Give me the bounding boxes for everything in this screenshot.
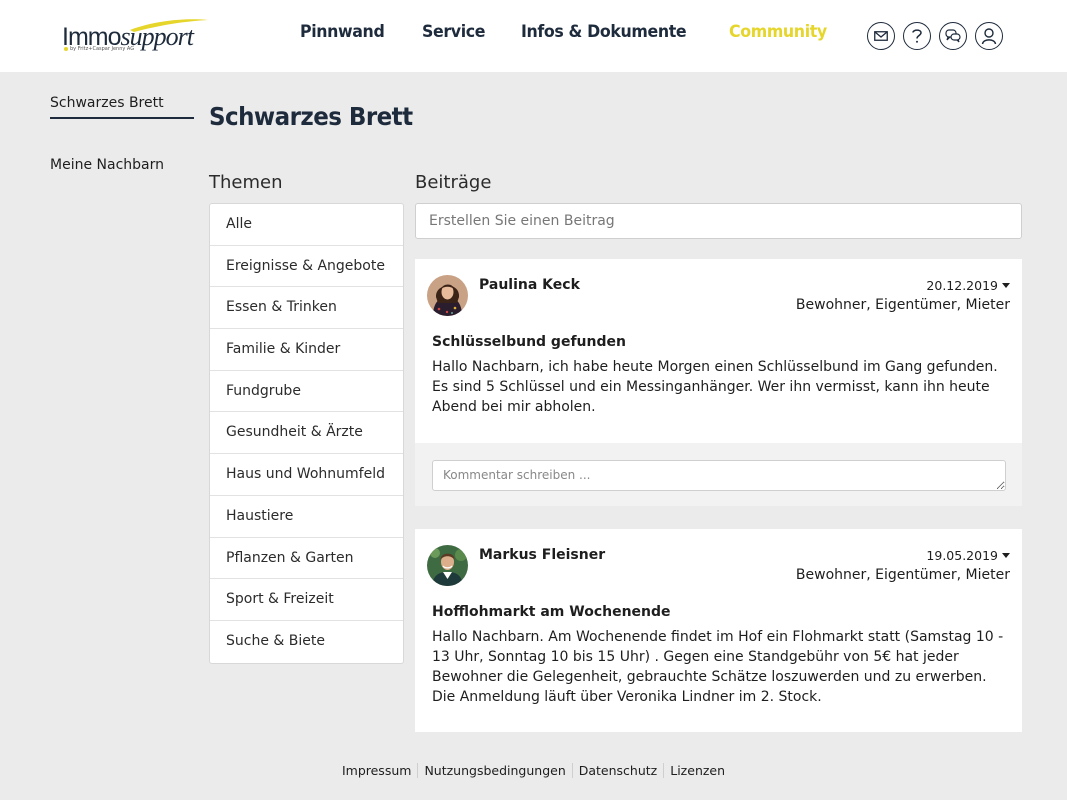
nav-community[interactable]: Community (729, 22, 827, 50)
post-card: Paulina Keck 20.12.2019 Bewohner, Eigent… (415, 259, 1022, 506)
themen-item-essen-trinken[interactable]: Essen & Trinken (210, 287, 403, 330)
nav-service[interactable]: Service (422, 22, 485, 50)
comment-area (415, 443, 1022, 506)
avatar[interactable] (427, 545, 468, 586)
themen-item-fundgrube[interactable]: Fundgrube (210, 371, 403, 413)
subnav-schwarzes-brett[interactable]: Schwarzes Brett (50, 92, 194, 119)
footer-impressum-link[interactable]: Impressum (336, 763, 419, 778)
caret-down-icon (1002, 283, 1010, 288)
post-body: Hallo Nachbarn, ich habe heute Morgen ei… (432, 359, 998, 415)
immosupport-logo[interactable]: Immosupport by Fritz+Caspar Jenny AG (62, 16, 212, 58)
themen-item-pflanzen-garten[interactable]: Pflanzen & Garten (210, 538, 403, 580)
post-author[interactable]: Paulina Keck (479, 277, 580, 293)
community-subnav: Schwarzes Brett Meine Nachbarn (50, 92, 194, 179)
create-post-input[interactable] (415, 203, 1022, 239)
footer: Impressum Nutzungsbedingungen Datenschut… (0, 763, 1067, 778)
page-title: Schwarzes Brett (209, 102, 413, 131)
themen-item-sport-freizeit[interactable]: Sport & Freizeit (210, 579, 403, 621)
chat-button[interactable] (939, 22, 967, 50)
chat-icon (945, 29, 961, 43)
avatar-paulina-icon (427, 275, 468, 316)
post-roles: Bewohner, Eigentümer, Mieter (795, 567, 1010, 583)
beitraege-heading: Beiträge (415, 172, 492, 193)
themen-item-alle[interactable]: Alle (210, 204, 403, 246)
post-card: Markus Fleisner 19.05.2019 Bewohner, Eig… (415, 529, 1022, 732)
header-actions (867, 22, 1003, 50)
user-button[interactable] (975, 22, 1003, 50)
main-nav: Pinnwand Service Infos & Dokumente Commu… (300, 22, 835, 50)
themen-heading: Themen (209, 172, 283, 193)
themen-list: Alle Ereignisse & Angebote Essen & Trink… (209, 203, 404, 664)
themen-item-ereignisse-angebote[interactable]: Ereignisse & Angebote (210, 246, 403, 288)
help-button[interactable] (903, 22, 931, 50)
post-title: Schlüsselbund gefunden (432, 334, 626, 350)
themen-item-gesundheit-aerzte[interactable]: Gesundheit & Ärzte (210, 412, 403, 455)
footer-datenschutz-link[interactable]: Datenschutz (573, 763, 665, 778)
help-icon (912, 29, 922, 43)
post-date-menu[interactable]: 19.05.2019 (926, 548, 1010, 563)
avatar[interactable] (427, 275, 468, 316)
post-date-menu[interactable]: 20.12.2019 (926, 278, 1010, 293)
subnav-meine-nachbarn[interactable]: Meine Nachbarn (50, 154, 194, 179)
themen-item-suche-biete[interactable]: Suche & Biete (210, 621, 403, 663)
post-date: 19.05.2019 (926, 548, 998, 563)
avatar-markus-icon (427, 545, 468, 586)
caret-down-icon (1002, 553, 1010, 558)
post-body: Hallo Nachbarn. Am Wochenende findet im … (432, 629, 1004, 705)
post-author[interactable]: Markus Fleisner (479, 547, 605, 563)
brand-subtitle: by Fritz+Caspar Jenny AG (64, 46, 134, 52)
nav-infos-dokumente[interactable]: Infos & Dokumente (521, 22, 687, 50)
themen-item-haus-wohnumfeld[interactable]: Haus und Wohnumfeld (210, 454, 403, 496)
post-title: Hofflohmarkt am Wochenende (432, 604, 671, 620)
themen-item-haustiere[interactable]: Haustiere (210, 496, 403, 538)
nav-pinnwand[interactable]: Pinnwand (300, 22, 385, 50)
mail-button[interactable] (867, 22, 895, 50)
footer-lizenzen-link[interactable]: Lizenzen (664, 763, 731, 778)
themen-item-familie-kinder[interactable]: Familie & Kinder (210, 329, 403, 371)
mail-icon (874, 31, 888, 41)
user-icon (981, 28, 997, 45)
comment-input[interactable] (432, 460, 1006, 491)
header: Immosupport by Fritz+Caspar Jenny AG Pin… (0, 0, 1067, 72)
post-roles: Bewohner, Eigentümer, Mieter (795, 297, 1010, 313)
footer-nutzungsbedingungen-link[interactable]: Nutzungsbedingungen (418, 763, 573, 778)
post-date: 20.12.2019 (926, 278, 998, 293)
